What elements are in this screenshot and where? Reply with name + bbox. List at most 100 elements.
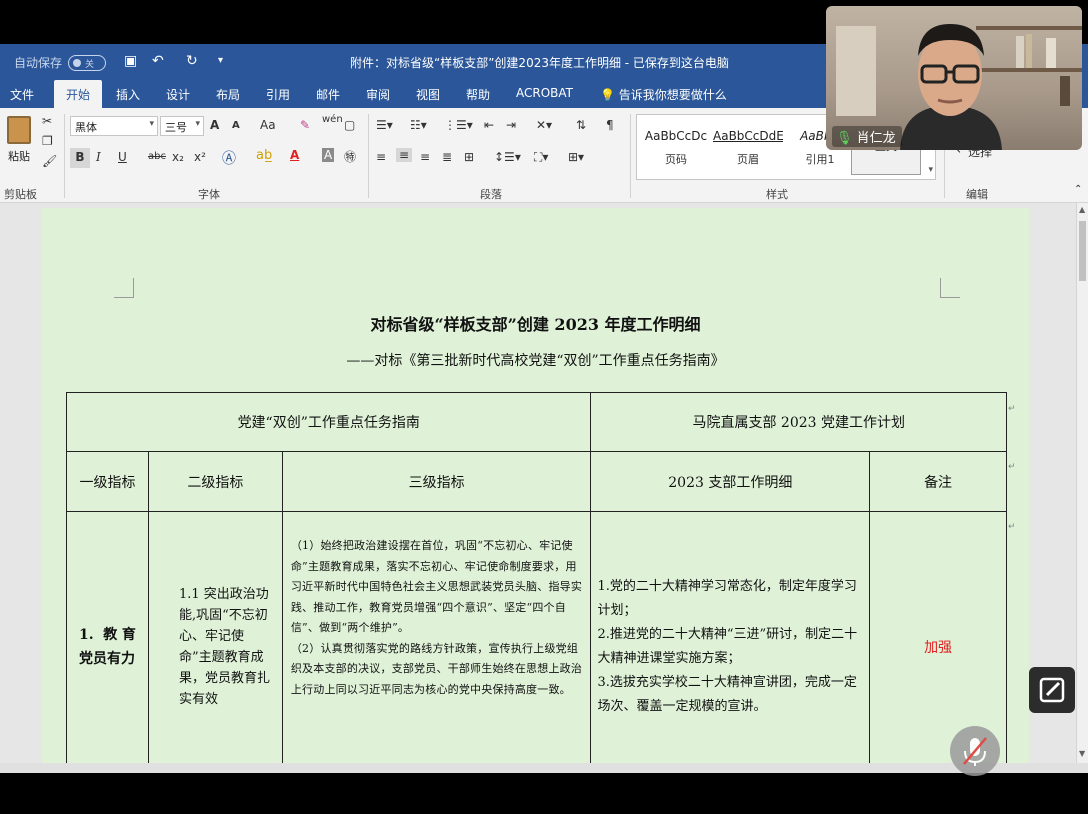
change-case-button[interactable]: Aa: [260, 118, 276, 132]
sort-icon[interactable]: ⇅: [576, 118, 586, 132]
detail-item: 3.选拔充实学校二十大精神宣讲团，完成一定场次、覆盖一定规模的宣讲。: [597, 674, 857, 714]
cell-detail[interactable]: 1.党的二十大精神学习常态化，制定年度学习计划； 2.推进党的二十大精神“三进”…: [590, 511, 871, 763]
tab-mailings[interactable]: 邮件: [316, 86, 340, 103]
bold-button[interactable]: B: [70, 148, 90, 168]
highlight-icon[interactable]: ab̲: [256, 148, 272, 163]
phonetic-guide-button[interactable]: wén: [322, 114, 343, 125]
text-effects-icon[interactable]: Ⓐ: [222, 148, 236, 168]
tab-insert[interactable]: 插入: [116, 86, 140, 103]
scroll-down-icon[interactable]: ▼: [1079, 749, 1085, 758]
vertical-scrollbar[interactable]: ▲ ▼: [1076, 203, 1088, 763]
subscript-button[interactable]: x₂: [172, 150, 184, 164]
align-right-icon[interactable]: ≡: [420, 150, 430, 164]
lightbulb-icon: 💡: [600, 88, 615, 102]
tab-acrobat[interactable]: ACROBAT: [516, 86, 573, 100]
increase-indent-icon[interactable]: ⇥: [506, 118, 516, 132]
strikethrough-button[interactable]: abc: [148, 151, 166, 162]
tab-layout[interactable]: 布局: [216, 86, 240, 103]
style-page-number[interactable]: AaBbCcDc 页码: [641, 119, 711, 175]
cell-level1[interactable]: 1. 教育党员有力: [66, 511, 149, 763]
copy-icon[interactable]: ❐: [42, 134, 53, 148]
char-shading-icon[interactable]: A: [322, 148, 335, 162]
enclose-char-icon[interactable]: ㊕: [344, 148, 356, 165]
clipboard-icon: [7, 116, 31, 144]
video-call-tile[interactable]: 🎙 肖仁龙: [826, 6, 1082, 150]
distributed-icon[interactable]: ⊞: [464, 150, 474, 164]
tell-me-box[interactable]: 💡 告诉我你想要做什么: [600, 86, 727, 103]
italic-button[interactable]: I: [96, 150, 101, 164]
scroll-thumb[interactable]: [1079, 221, 1086, 281]
header-guide[interactable]: 党建“双创”工作重点任务指南: [65, 392, 592, 452]
clear-format-icon[interactable]: ✎: [300, 118, 310, 132]
autosave-label: 自动保存: [14, 56, 63, 70]
tab-help[interactable]: 帮助: [466, 86, 490, 103]
autosave-switch[interactable]: 关: [68, 54, 107, 71]
header-level3[interactable]: 三级指标: [281, 451, 592, 512]
table-row: 1. 教育党员有力 1.1 突出政治功能,巩固“不忘初心、牢记使命”主题教育成果…: [66, 511, 1007, 763]
numbering-icon[interactable]: ☷▾: [410, 118, 427, 132]
tab-file[interactable]: 文件: [10, 86, 34, 103]
tab-design[interactable]: 设计: [166, 86, 190, 103]
paste-button[interactable]: 粘贴: [4, 116, 34, 164]
header-note[interactable]: 备注: [869, 451, 1007, 512]
font-name-select[interactable]: 黑体: [70, 116, 158, 136]
redo-icon[interactable]: ↻: [186, 53, 198, 69]
show-marks-icon[interactable]: ¶: [606, 118, 614, 132]
scroll-up-icon[interactable]: ▲: [1079, 205, 1085, 214]
table-row: 党建“双创”工作重点任务指南 马院直属支部 2023 党建工作计划: [65, 392, 1007, 452]
tab-home[interactable]: 开始: [54, 80, 103, 108]
align-center-icon[interactable]: ≡: [396, 148, 413, 162]
underline-button[interactable]: U: [118, 150, 127, 164]
asian-layout-icon[interactable]: ✕▾: [536, 118, 552, 132]
cut-icon[interactable]: ✂: [42, 114, 52, 128]
justify-icon[interactable]: ≣: [442, 150, 452, 164]
mute-mic-button[interactable]: [950, 726, 1000, 776]
cell-level2[interactable]: 1.1 突出政治功能,巩固“不忘初心、牢记使命”主题教育成果，党员教育扎实有效: [147, 511, 283, 763]
level3-paragraph: （2）认真贯彻落实党的路线方针政策，宣传执行上级党组织及本支部的决议，支部党员、…: [290, 641, 583, 696]
shrink-font-button[interactable]: A: [232, 120, 240, 131]
separator: [368, 114, 369, 198]
style-header[interactable]: AaBbCcDdE 页眉: [713, 119, 783, 175]
multilevel-list-icon[interactable]: ⋮☰▾: [444, 118, 473, 132]
annotate-button[interactable]: [1029, 667, 1075, 713]
document-heading: 对标省级“样板支部”创建 2023 年度工作明细: [370, 315, 701, 334]
row-end-mark: ↵: [1008, 462, 1016, 472]
save-icon[interactable]: ▣: [124, 53, 137, 69]
header-plan[interactable]: 马院直属支部 2023 党建工作计划: [590, 392, 1007, 452]
line-spacing-icon[interactable]: ↕☰▾: [494, 150, 521, 164]
book: [1046, 38, 1056, 68]
participant-name-tag: 🎙 肖仁龙: [832, 126, 902, 147]
shading-icon[interactable]: ⛶▾: [534, 150, 548, 165]
bullets-icon[interactable]: ☰▾: [376, 118, 393, 132]
font-color-button[interactable]: A: [290, 148, 299, 162]
undo-icon[interactable]: ↶: [152, 53, 164, 69]
autosave-toggle[interactable]: 自动保存 关: [14, 54, 107, 71]
header-detail[interactable]: 2023 支部工作明细: [590, 451, 871, 512]
participant-name: 肖仁龙: [856, 131, 896, 146]
superscript-button[interactable]: x²: [194, 150, 206, 164]
tab-view[interactable]: 视图: [416, 86, 440, 103]
grow-font-button[interactable]: A: [210, 118, 219, 132]
cell-level3[interactable]: （1）始终把政治建设摆在首位，巩固“不忘初心、牢记使命”主题教育成果，落实不忘初…: [281, 511, 592, 763]
customize-qat-icon[interactable]: ▾: [218, 55, 223, 66]
collapse-ribbon-icon[interactable]: ⌃: [1074, 184, 1082, 195]
font-size-select[interactable]: 三号: [160, 116, 204, 136]
paste-label: 粘贴: [8, 150, 30, 163]
detail-item: 1.党的二十大精神学习常态化，制定年度学习计划；: [597, 578, 857, 618]
tab-review[interactable]: 审阅: [366, 86, 390, 103]
editing-group-label: 编辑: [966, 188, 988, 201]
level3-paragraph: （1）始终把政治建设摆在首位，巩固“不忘初心、牢记使命”主题教育成果，落实不忘初…: [290, 539, 583, 634]
style-name: 引用1: [805, 153, 835, 166]
header-level1[interactable]: 一级指标: [66, 451, 149, 512]
borders-icon[interactable]: ⊞▾: [568, 150, 584, 164]
align-left-icon[interactable]: ≡: [376, 150, 386, 164]
styles-group-label: 样式: [766, 188, 788, 201]
styles-more-icon[interactable]: ▾: [928, 165, 933, 175]
format-painter-icon[interactable]: 🖌: [42, 154, 57, 168]
decrease-indent-icon[interactable]: ⇤: [484, 118, 494, 132]
char-border-icon[interactable]: ▢: [344, 118, 355, 132]
tell-me-text: 告诉我你想要做什么: [618, 88, 727, 102]
tab-references[interactable]: 引用: [266, 86, 290, 103]
header-level2[interactable]: 二级指标: [147, 451, 283, 512]
autosave-state: 关: [85, 59, 95, 70]
